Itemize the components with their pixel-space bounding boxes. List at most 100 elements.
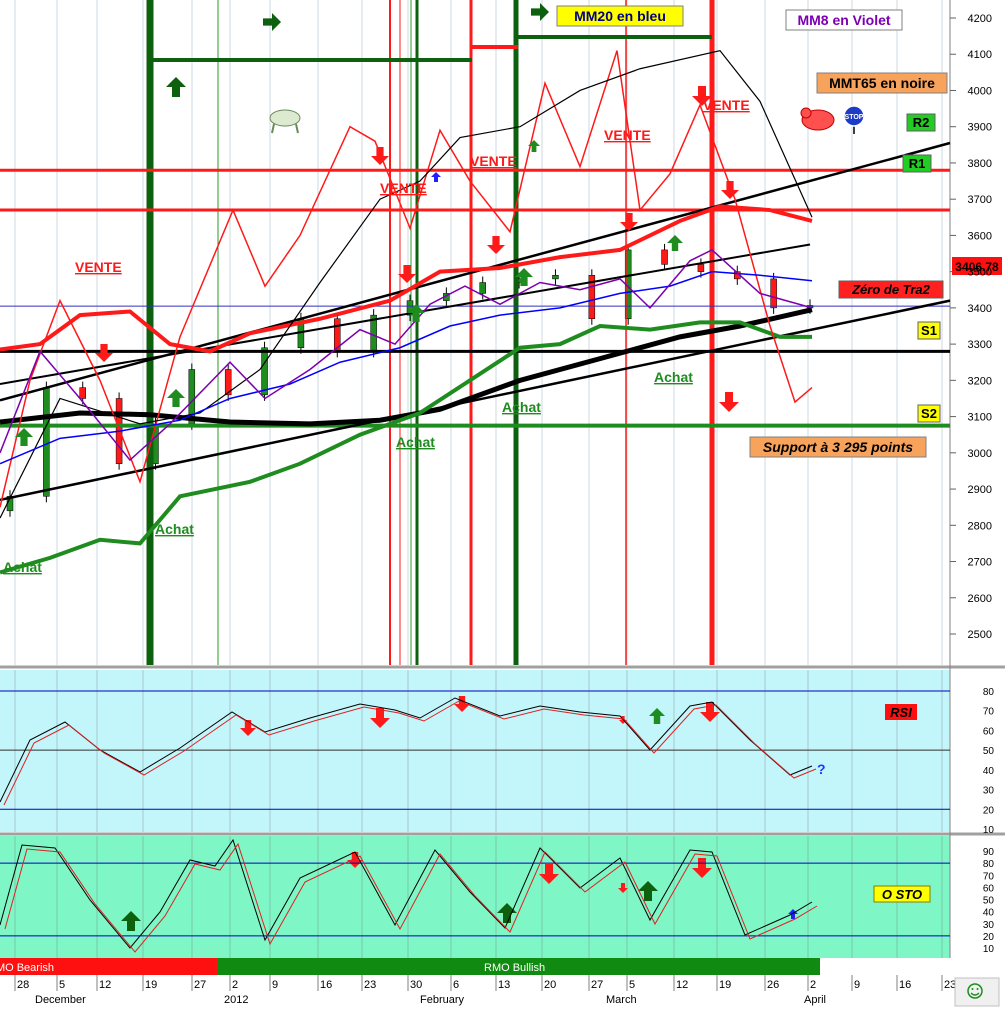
rsi-y-tick-label: 70 <box>983 707 995 718</box>
month-label: April <box>804 994 826 1006</box>
x-tick-label: 6 <box>453 979 459 991</box>
candle <box>770 278 777 309</box>
sell-signal-label: VENTE <box>380 180 427 196</box>
x-tick-label: 20 <box>544 979 556 991</box>
sell-signal-label: VENTE <box>470 153 517 169</box>
svg-text:STOP: STOP <box>845 114 864 121</box>
sto-y-tick-label: 10 <box>983 944 995 955</box>
x-tick-label: 12 <box>99 979 111 991</box>
sto-y-tick-label: 90 <box>983 847 995 858</box>
rsi-y-tick-label: 30 <box>983 786 995 797</box>
y-tick-label: 2900 <box>968 484 992 496</box>
sell-signal-label: VENTE <box>604 127 651 143</box>
y-tick-label: 3000 <box>968 448 992 460</box>
buy-signal-label: Achat <box>396 434 435 450</box>
rsi-y-tick-label: 50 <box>983 746 995 757</box>
month-label: 2012 <box>224 994 248 1006</box>
x-tick-label: 12 <box>676 979 688 991</box>
x-tick-label: 26 <box>767 979 779 991</box>
buy-signal-label: Achat <box>654 369 693 385</box>
sell-signal-label: VENTE <box>75 259 122 275</box>
sto-y-tick-label: 50 <box>983 896 995 907</box>
x-tick-label: 19 <box>145 979 157 991</box>
legend-label: MM8 en Violet <box>797 12 890 28</box>
level-tag-label: R1 <box>909 156 926 171</box>
x-tick-label: 13 <box>498 979 510 991</box>
level-tag-label: Zéro de Tra2 <box>851 282 931 297</box>
y-tick-label: 3300 <box>968 339 992 351</box>
rsi-label: RSI <box>890 705 912 720</box>
candle <box>661 249 668 265</box>
level-tag-label: S1 <box>921 323 937 338</box>
sto-y-tick-label: 70 <box>983 871 995 882</box>
x-tick-label: 9 <box>854 979 860 991</box>
rsi-y-tick-label: 80 <box>983 687 995 698</box>
x-tick-label: 23 <box>944 979 956 991</box>
y-tick-label: 2500 <box>968 629 992 641</box>
sto-y-tick-label: 80 <box>983 859 995 870</box>
rsi-y-tick-label: 60 <box>983 726 995 737</box>
y-tick-label: 3100 <box>968 412 992 424</box>
y-tick-label: 3200 <box>968 375 992 387</box>
support-note-label: Support à 3 295 points <box>763 439 913 455</box>
x-tick-label: 23 <box>364 979 376 991</box>
x-tick-label: 5 <box>629 979 635 991</box>
x-tick-label: 28 <box>17 979 29 991</box>
y-tick-label: 2700 <box>968 557 992 569</box>
x-tick-label: 19 <box>719 979 731 991</box>
y-tick-label: 4100 <box>968 49 992 61</box>
sell-signal-label: VENTE <box>703 97 750 113</box>
candle <box>552 275 559 280</box>
sto-y-tick-label: 30 <box>983 920 995 931</box>
level-tag-label: R2 <box>913 115 930 130</box>
y-tick-label: 3400 <box>968 303 992 315</box>
buy-signal-label: Achat <box>502 399 541 415</box>
y-tick-label: 3500 <box>968 267 992 279</box>
y-tick-label: 4200 <box>968 13 992 25</box>
x-tick-label: 2 <box>810 979 816 991</box>
x-tick-label: 30 <box>410 979 422 991</box>
x-tick-label: 2 <box>232 979 238 991</box>
month-label: February <box>420 994 465 1006</box>
x-tick-label: 16 <box>899 979 911 991</box>
month-label: March <box>606 994 637 1006</box>
y-tick-label: 4000 <box>968 85 992 97</box>
legend-label: MM20 en bleu <box>574 8 666 24</box>
sto-axis-bg <box>950 836 1005 958</box>
y-tick-label: 3600 <box>968 230 992 242</box>
month-label: December <box>35 994 86 1006</box>
x-tick-label: 27 <box>194 979 206 991</box>
rsi-y-tick-label: 10 <box>983 825 995 836</box>
rmo-empty-bar <box>820 958 950 975</box>
level-tag-label: S2 <box>921 406 937 421</box>
x-tick-label: 9 <box>272 979 278 991</box>
candle <box>697 264 705 272</box>
y-tick-label: 3800 <box>968 158 992 170</box>
rsi-y-tick-label: 40 <box>983 766 995 777</box>
rmo-bullish-label: RMO Bullish <box>484 962 545 974</box>
sto-y-tick-label: 20 <box>983 932 995 943</box>
y-tick-label: 3900 <box>968 122 992 134</box>
candle <box>261 347 268 396</box>
x-tick-label: 27 <box>591 979 603 991</box>
candle <box>79 387 86 399</box>
x-tick-label: 16 <box>320 979 332 991</box>
sto-y-tick-label: 60 <box>983 883 995 894</box>
rsi-axis-bg <box>950 670 1005 832</box>
chart-canvas: VENTE VENTE VENTE VENTE VENTE Achat Achat Achat… <box>0 0 1005 1012</box>
buy-signal-label: Achat <box>3 559 42 575</box>
rmo-bearish-label: RMO Bearish <box>0 962 54 974</box>
candle <box>43 387 50 497</box>
rsi-question-label: ? <box>817 761 826 777</box>
x-tick-label: 5 <box>59 979 65 991</box>
y-tick-label: 2800 <box>968 520 992 532</box>
chart-window: VENTE VENTE VENTE VENTE VENTE Achat Achat Achat… <box>0 0 1005 1012</box>
legend-label: MMT65 en noire <box>829 75 935 91</box>
y-tick-label: 3700 <box>968 194 992 206</box>
sto-label: O STO <box>882 887 922 902</box>
buy-signal-label: Achat <box>155 521 194 537</box>
candle <box>479 282 486 294</box>
sto-y-tick-label: 40 <box>983 908 995 919</box>
rsi-y-tick-label: 20 <box>983 805 995 816</box>
smiley-button[interactable] <box>954 977 1000 1007</box>
